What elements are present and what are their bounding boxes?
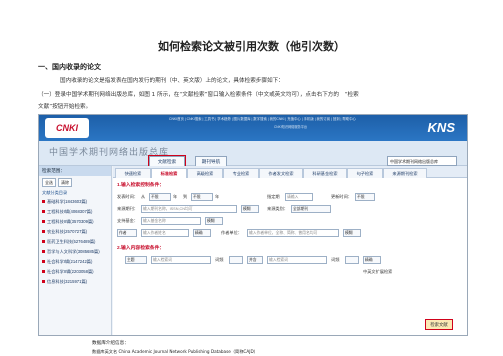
word-freq-select[interactable]	[229, 256, 243, 264]
word-freq-select-2[interactable]	[345, 256, 359, 264]
specify-label: 指定期	[267, 194, 280, 199]
tab-fund-search[interactable]: 科研基金检索	[303, 168, 347, 178]
topic-input-2[interactable]: 输入检索词	[267, 256, 327, 264]
paragraph-step-1-cont: 文献”按钮开始检索。	[38, 104, 92, 110]
database-titlebar: 中国学术期刊网络出版总库 文献检索 期刊导航 中国学术期刊网络出版总库	[39, 141, 467, 169]
source-label: 来源期刊：	[117, 206, 138, 211]
source-match-select[interactable]: 模糊	[241, 205, 259, 213]
category-item[interactable]: 基础科学(1843603篇)	[39, 197, 111, 207]
category-item[interactable]: 工程科技I辑(4068307篇)	[39, 207, 111, 217]
word-freq-label-2: 词频	[331, 257, 340, 262]
search-documents-button[interactable]: 检索文献	[425, 319, 453, 330]
year-from-select[interactable]: 不限	[149, 193, 171, 201]
topic-input[interactable]: 输入检索词	[151, 256, 211, 264]
fund-row: 支持基金： 输入基金名称 模糊	[117, 216, 463, 226]
category-item[interactable]: 信息科技(3215971篇)	[39, 277, 111, 287]
category-item[interactable]: 工程科技II辑(3570309篇)	[39, 217, 111, 227]
category-directory-label: 文献分类目录	[42, 190, 68, 195]
update-time-label: 更新时间：	[331, 194, 352, 199]
select-all-button[interactable]: 全选	[42, 178, 56, 187]
top-subtitle: CNKI知识网络服务平台	[274, 125, 308, 129]
content-match-select[interactable]: 精确	[363, 256, 381, 264]
tab-source-search[interactable]: 来源期刊检索	[383, 168, 427, 178]
topic-field-select[interactable]: 主题	[125, 256, 147, 264]
source-category-label: 来源类别：	[267, 206, 288, 211]
paragraph-step-1: （一）登录中国学术期刊网络出版总库，如图 1 所示，在“文献检索”窗口输入检索条…	[38, 92, 359, 98]
fund-input[interactable]: 输入基金名称	[141, 217, 201, 225]
tab-standard-search[interactable]: 标准检索	[151, 168, 187, 178]
category-item[interactable]: 农业科技(2570727篇)	[39, 227, 111, 237]
fund-match-select[interactable]: 模糊	[205, 217, 223, 225]
author-unit-input[interactable]: 输入作者单位，全称、简称、曾用名均可	[247, 229, 339, 237]
to-label: 到	[183, 194, 188, 199]
word-freq-label: 词频	[215, 257, 224, 262]
database-info-heading: 数据库介绍信息：	[92, 341, 129, 346]
author-row: 作者 输入作者姓名 精确 作者单位： 输入作者单位，全称、简称、曾用名均可 模糊	[117, 228, 463, 238]
author-match-select[interactable]: 精确	[193, 229, 211, 237]
kns-brand: KNS	[427, 120, 455, 135]
document-title: 如何检索论文被引用次数（他引次数）	[158, 40, 345, 53]
cnki-logo: CNKI	[45, 118, 89, 138]
section-heading: 一、国内收录的论文	[38, 63, 101, 71]
category-item[interactable]: 社会科学I辑(2147242篇)	[39, 257, 111, 267]
pub-time-label: 发表时间：	[117, 194, 138, 199]
clear-button[interactable]: 清除	[58, 178, 72, 187]
tab-advanced-search[interactable]: 高级检索	[187, 168, 223, 178]
pub-time-row: 发表时间： 从 不限 年 到 不限 年 指定期 请输入 更新时间： 不限	[117, 192, 463, 202]
source-input[interactable]: 输入期刊名称，ISSN,CN均可	[141, 205, 237, 213]
specify-input[interactable]: 请输入	[285, 193, 313, 201]
cnki-screenshot: CNKI CNKI首页 | CNKI搜索 | 工具书 | 学术趋势 | 图片数据…	[38, 114, 468, 336]
update-time-select[interactable]: 不限	[355, 193, 375, 201]
category-item[interactable]: 哲学与人文科学(3085685篇)	[39, 247, 111, 257]
content-row: 主题 输入检索词 词频 并含 输入检索词 词频 精确	[117, 255, 463, 265]
tab-author-search[interactable]: 作者发文检索	[259, 168, 303, 178]
from-label: 从	[141, 194, 146, 199]
expand-row: 中英文扩展检索	[117, 267, 463, 277]
top-links[interactable]: CNKI首页 | CNKI搜索 | 工具书 | 学术趋势 | 图片数据库 | 数…	[169, 116, 356, 121]
database-english-name: 数据库英文名 China Academic Journal Network Pu…	[92, 349, 258, 354]
author-input[interactable]: 输入作者姓名	[141, 229, 189, 237]
tab-quick-search[interactable]: 快速检索	[115, 168, 151, 178]
top-banner: CNKI CNKI首页 | CNKI搜索 | 工具书 | 学术趋势 | 图片数据…	[39, 115, 467, 141]
tab-sentence-search[interactable]: 句子检索	[347, 168, 383, 178]
logic-select[interactable]: 并含	[247, 256, 263, 264]
search-main: 快速检索 标准检索 高级检索 专业检索 作者发文检索 科研基金检索 句子检索 来…	[113, 166, 467, 335]
author-field-select[interactable]: 作者	[117, 229, 137, 237]
left-panel: 检索范围： 全选 清除 文献分类目录 基础科学(1843603篇) 工程科技I辑…	[39, 166, 112, 335]
category-item[interactable]: 社会科学II辑(2203058篇)	[39, 267, 111, 277]
content-conditions-heading: 2.输入内容检索条件：	[117, 246, 165, 251]
bilingual-expand-checkbox[interactable]: 中英文扩展检索	[363, 269, 392, 275]
paragraph-intro: 国内收录的论文是指发表在国内发行的期刊（中、英文版）上的论文，具体检索步骤如下：	[60, 78, 284, 84]
source-row: 来源期刊： 输入期刊名称，ISSN,CN均可 模糊 来源类别： 全部期刊	[117, 204, 463, 214]
tab-professional-search[interactable]: 专业检索	[223, 168, 259, 178]
search-scope-header: 检索范围：	[39, 166, 111, 176]
year-label: 年	[173, 194, 178, 199]
author-unit-label: 作者单位：	[221, 230, 242, 235]
fund-label: 支持基金：	[117, 218, 138, 223]
search-tabs: 快速检索 标准检索 高级检索 专业检索 作者发文检索 科研基金检索 句子检索 来…	[113, 166, 467, 178]
year-to-select[interactable]: 不限	[191, 193, 213, 201]
database-select[interactable]: 中国学术期刊网络出版总库	[387, 156, 457, 166]
unit-match-select[interactable]: 模糊	[343, 229, 361, 237]
category-item[interactable]: 医药卫生科技(5276489篇)	[39, 237, 111, 247]
year-label-2: 年	[215, 194, 220, 199]
control-conditions-heading: 1.输入检索控制条件：	[117, 183, 165, 188]
source-category-select[interactable]: 全部期刊	[291, 205, 331, 213]
